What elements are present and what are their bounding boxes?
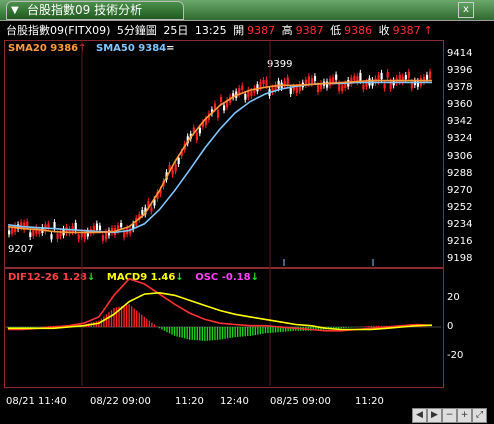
- candle-body: [77, 234, 80, 240]
- dif-line: [8, 277, 433, 332]
- candle-body: [141, 209, 144, 215]
- candle-body: [177, 157, 180, 164]
- candle-body: [265, 79, 268, 86]
- candle-body: [150, 207, 153, 212]
- candle-body: [120, 222, 123, 228]
- candle-body: [338, 83, 341, 91]
- zoom-out-icon[interactable]: −: [442, 408, 457, 423]
- candle-body: [401, 76, 404, 83]
- candle-body: [310, 78, 314, 84]
- candle-body: [353, 76, 356, 81]
- candle-body: [341, 85, 344, 91]
- candle-body: [216, 109, 220, 118]
- candle-body: [344, 83, 347, 88]
- candle-body: [11, 227, 14, 234]
- candle-body: [289, 87, 292, 95]
- candle-body: [56, 233, 59, 240]
- candle-body: [295, 86, 298, 93]
- candle-body: [407, 71, 410, 79]
- candle-body: [8, 230, 11, 235]
- candle-body: [404, 75, 407, 80]
- candle-body: [262, 79, 265, 85]
- candle-body: [244, 94, 247, 100]
- candle-body: [241, 85, 244, 90]
- candle-body: [307, 76, 311, 84]
- candle-body: [383, 84, 386, 89]
- candle-body: [250, 90, 253, 97]
- candle-body: [335, 74, 338, 80]
- candle-body: [123, 231, 126, 238]
- candle-body: [195, 132, 198, 141]
- zoom-in-icon[interactable]: +: [457, 408, 472, 423]
- candle-body: [332, 77, 335, 83]
- candle-body: [425, 74, 429, 80]
- candle-body: [362, 84, 365, 90]
- candle-body: [174, 164, 177, 172]
- candle-body: [326, 81, 329, 88]
- candle-body: [428, 71, 432, 79]
- candle-body: [316, 85, 320, 92]
- candle-body: [220, 97, 223, 103]
- expand-icon[interactable]: ⤢: [472, 408, 487, 423]
- candle-body: [83, 232, 86, 240]
- candle-body: [380, 72, 383, 80]
- candle-body: [29, 232, 32, 238]
- candle-body: [386, 72, 389, 78]
- candle-body: [313, 76, 317, 81]
- sma20-line: [7, 79, 432, 234]
- candle-body: [198, 127, 201, 134]
- candle-body: [32, 229, 35, 236]
- candle-body: [171, 170, 174, 175]
- right-arrow-icon[interactable]: ▶: [427, 408, 442, 423]
- candle-body: [101, 235, 105, 241]
- candle-body: [259, 81, 262, 88]
- candle-body: [286, 77, 289, 85]
- candle-body: [98, 225, 102, 231]
- candle-body: [329, 78, 332, 86]
- left-arrow-icon[interactable]: ◀: [412, 408, 427, 423]
- candle-body: [50, 234, 53, 240]
- chart-canvas[interactable]: [0, 0, 494, 424]
- candle-body: [95, 223, 99, 230]
- candle-body: [359, 72, 362, 81]
- candle-body: [277, 80, 280, 89]
- candle-body: [223, 105, 226, 111]
